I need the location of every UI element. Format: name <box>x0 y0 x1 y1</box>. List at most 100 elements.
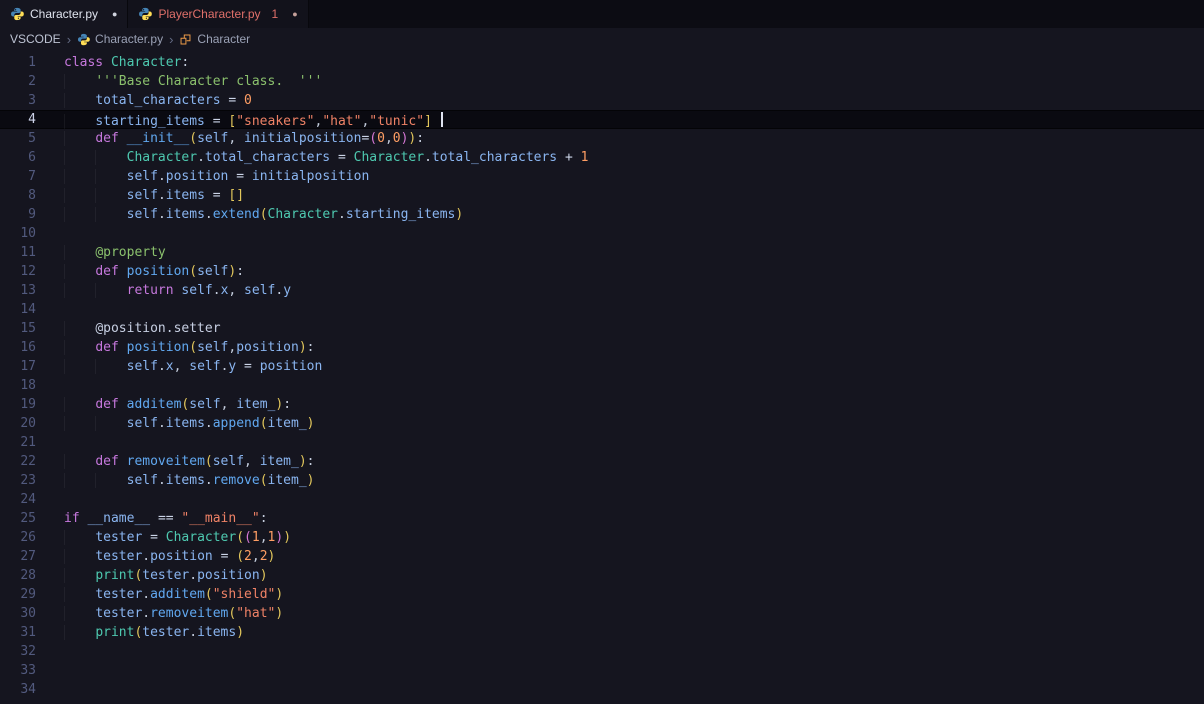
code-line[interactable]: 19 def additem(self, item_): <box>0 395 1204 414</box>
breadcrumb-root[interactable]: VSCODE <box>10 32 61 46</box>
code-token: . <box>424 150 432 165</box>
line-number[interactable]: 9 <box>0 205 36 224</box>
line-number[interactable]: 15 <box>0 319 36 338</box>
code-line[interactable]: 33 <box>0 661 1204 680</box>
line-number[interactable]: 17 <box>0 357 36 376</box>
code-line[interactable]: 3 total_characters = 0 <box>0 91 1204 110</box>
line-number[interactable]: 7 <box>0 167 36 186</box>
code-line[interactable]: 32 <box>0 642 1204 661</box>
code-text: Character.total_characters = Character.t… <box>36 148 589 167</box>
code-line[interactable]: 34 <box>0 680 1204 699</box>
line-number[interactable]: 27 <box>0 547 36 566</box>
line-number[interactable]: 26 <box>0 528 36 547</box>
line-number[interactable]: 23 <box>0 471 36 490</box>
code-line[interactable]: 5 def __init__(self, initialposition=(0,… <box>0 129 1204 148</box>
line-number[interactable]: 28 <box>0 566 36 585</box>
line-number[interactable]: 14 <box>0 300 36 319</box>
line-number[interactable]: 1 <box>0 53 36 72</box>
code-line[interactable]: 14 <box>0 300 1204 319</box>
line-number[interactable]: 13 <box>0 281 36 300</box>
code-token: removeitem <box>126 454 205 469</box>
code-line[interactable]: 27 tester.position = (2,2) <box>0 547 1204 566</box>
line-number[interactable]: 5 <box>0 129 36 148</box>
code-line[interactable]: 25 if __name__ == "__main__": <box>0 509 1204 528</box>
code-token: print <box>95 568 135 583</box>
line-number[interactable]: 6 <box>0 148 36 167</box>
code-text: return self.x, self.y <box>36 281 291 300</box>
code-text: def __init__(self, initialposition=(0,0)… <box>36 129 424 148</box>
code-line[interactable]: 13 return self.x, self.y <box>0 281 1204 300</box>
modified-dot-icon[interactable]: ● <box>112 9 117 19</box>
line-number[interactable]: 3 <box>0 91 36 110</box>
line-number[interactable]: 33 <box>0 661 36 680</box>
code-token: self <box>189 359 221 374</box>
line-number[interactable]: 20 <box>0 414 36 433</box>
line-number[interactable]: 4 <box>0 110 36 129</box>
modified-dot-icon[interactable]: ● <box>292 9 297 19</box>
code-token: 2 <box>244 549 252 564</box>
line-number[interactable]: 25 <box>0 509 36 528</box>
line-number[interactable]: 34 <box>0 680 36 699</box>
code-line[interactable]: 28 print(tester.position) <box>0 566 1204 585</box>
code-token: @position.setter <box>95 321 221 336</box>
code-line[interactable]: 23 self.items.remove(item_) <box>0 471 1204 490</box>
tab-character-py[interactable]: Character.py ● <box>0 0 129 28</box>
code-line[interactable]: 20 self.items.append(item_) <box>0 414 1204 433</box>
line-number[interactable]: 30 <box>0 604 36 623</box>
code-token: . <box>204 207 213 222</box>
line-number[interactable]: 12 <box>0 262 36 281</box>
code-line[interactable]: 21 <box>0 433 1204 452</box>
code-line[interactable]: 31 print(tester.items) <box>0 623 1204 642</box>
code-line[interactable]: 29 tester.additem("shield") <box>0 585 1204 604</box>
line-number[interactable]: 32 <box>0 642 36 661</box>
line-number[interactable]: 21 <box>0 433 36 452</box>
code-line[interactable]: 12 def position(self): <box>0 262 1204 281</box>
tab-playercharacter-py[interactable]: PlayerCharacter.py 1 ● <box>128 0 309 28</box>
code-line[interactable]: 1 class Character: <box>0 53 1204 72</box>
code-line[interactable]: 4 starting_items = ["sneakers","hat","tu… <box>0 110 1204 129</box>
code-line[interactable]: 2 '''Base Character class. ''' <box>0 72 1204 91</box>
code-text: if __name__ == "__main__": <box>36 509 268 528</box>
code-line[interactable]: 17 self.x, self.y = position <box>0 357 1204 376</box>
code-line[interactable]: 30 tester.removeitem("hat") <box>0 604 1204 623</box>
code-line[interactable]: 22 def removeitem(self, item_): <box>0 452 1204 471</box>
line-number[interactable]: 24 <box>0 490 36 509</box>
code-line[interactable]: 26 tester = Character((1,1)) <box>0 528 1204 547</box>
code-line[interactable]: 9 self.items.extend(Character.starting_i… <box>0 205 1204 224</box>
line-number[interactable]: 18 <box>0 376 36 395</box>
code-line[interactable]: 16 def position(self,position): <box>0 338 1204 357</box>
line-number[interactable]: 11 <box>0 243 36 262</box>
code-text: tester.removeitem("hat") <box>36 604 283 623</box>
code-line[interactable]: 11 @property <box>0 243 1204 262</box>
code-line[interactable]: 10 <box>0 224 1204 243</box>
editor[interactable]: 1 class Character: 2 '''Base Character cla… <box>0 50 1204 699</box>
line-number[interactable]: 31 <box>0 623 36 642</box>
line-number[interactable]: 2 <box>0 72 36 91</box>
code-token: self <box>126 207 158 222</box>
line-number[interactable]: 29 <box>0 585 36 604</box>
editor-lines[interactable]: 1 class Character: 2 '''Base Character cla… <box>0 53 1204 699</box>
line-number[interactable]: 16 <box>0 338 36 357</box>
breadcrumb-symbol[interactable]: Character <box>197 32 250 46</box>
breadcrumb-file[interactable]: Character.py <box>95 32 163 46</box>
code-line[interactable]: 6 Character.total_characters = Character… <box>0 148 1204 167</box>
line-number[interactable]: 22 <box>0 452 36 471</box>
code-token: ( <box>189 264 198 279</box>
code-token: = <box>212 188 221 203</box>
line-number[interactable]: 10 <box>0 224 36 243</box>
code-line[interactable]: 7 self.position = initialposition <box>0 167 1204 186</box>
code-token: remove <box>212 473 260 488</box>
code-line[interactable]: 18 <box>0 376 1204 395</box>
code-line[interactable]: 15 @position.setter <box>0 319 1204 338</box>
line-number[interactable]: 19 <box>0 395 36 414</box>
code-token: ) <box>267 549 276 564</box>
code-token: ) <box>275 397 284 412</box>
code-token: ( <box>236 549 245 564</box>
code-line[interactable]: 8 self.items = [] <box>0 186 1204 205</box>
line-number[interactable]: 8 <box>0 186 36 205</box>
code-line[interactable]: 24 <box>0 490 1204 509</box>
